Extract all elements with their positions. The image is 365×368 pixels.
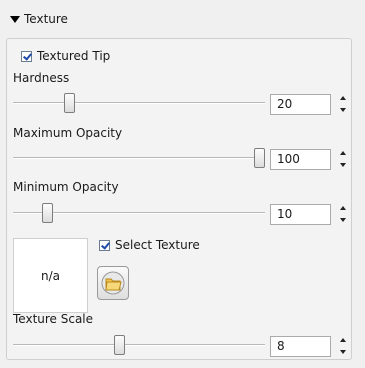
spin-down-icon[interactable] — [340, 108, 346, 112]
texture-preview-text: n/a — [40, 268, 60, 283]
max-opacity-spinner[interactable] — [339, 149, 347, 169]
spin-down-icon[interactable] — [340, 163, 346, 167]
min-opacity-spinner[interactable] — [339, 204, 347, 224]
texture-scale-spinner[interactable] — [339, 336, 347, 356]
hardness-label: Hardness — [13, 71, 70, 85]
max-opacity-label: Maximum Opacity — [13, 126, 123, 140]
select-texture-checkbox[interactable] — [99, 239, 110, 251]
min-opacity-slider-handle[interactable] — [42, 203, 53, 223]
select-texture-label: Select Texture — [115, 238, 200, 252]
textured-tip-checkbox[interactable] — [21, 50, 32, 62]
section-title: Texture — [24, 12, 68, 26]
hardness-slider-track[interactable] — [13, 102, 265, 104]
spin-down-icon[interactable] — [340, 218, 346, 222]
max-opacity-slider-track[interactable] — [13, 157, 265, 159]
hardness-input[interactable]: 20 — [270, 94, 331, 115]
spin-up-icon[interactable] — [340, 206, 346, 210]
min-opacity-input[interactable]: 10 — [270, 204, 331, 225]
spin-up-icon[interactable] — [340, 151, 346, 155]
spin-down-icon[interactable] — [340, 350, 346, 354]
textured-tip-label: Textured Tip — [37, 49, 111, 63]
expand-triangle-icon[interactable] — [10, 15, 20, 23]
select-texture-checkbox-row[interactable]: Select Texture — [99, 238, 200, 252]
textured-tip-checkbox-row[interactable]: Textured Tip — [21, 49, 110, 63]
texture-scale-label: Texture Scale — [13, 312, 94, 326]
section-header-texture[interactable]: Texture — [10, 10, 68, 28]
open-texture-button[interactable] — [97, 266, 129, 300]
max-opacity-input[interactable]: 100 — [270, 149, 331, 170]
texture-scale-input[interactable]: 8 — [270, 336, 331, 357]
max-opacity-slider-handle[interactable] — [254, 148, 265, 168]
folder-icon — [101, 271, 125, 295]
min-opacity-label: Minimum Opacity — [13, 180, 119, 194]
spin-up-icon[interactable] — [340, 338, 346, 342]
spin-up-icon[interactable] — [340, 96, 346, 100]
texture-preview: n/a — [13, 238, 88, 313]
hardness-slider-handle[interactable] — [64, 93, 75, 113]
texture-scale-slider-handle[interactable] — [114, 335, 125, 355]
texture-scale-slider-track[interactable] — [13, 344, 265, 346]
hardness-spinner[interactable] — [339, 94, 347, 114]
